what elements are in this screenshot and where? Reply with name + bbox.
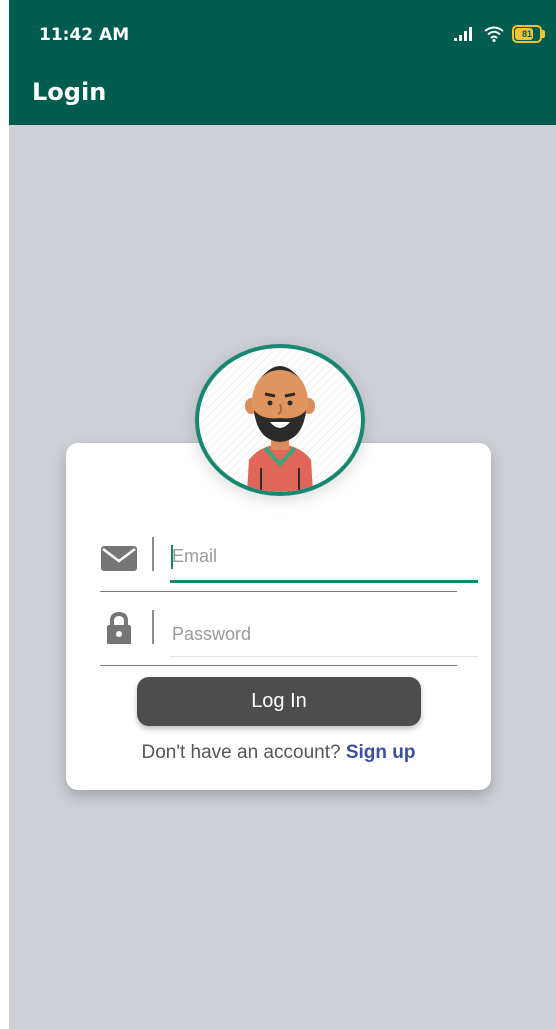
password-row-divider — [100, 665, 457, 666]
signup-link[interactable]: Sign up — [346, 742, 416, 763]
password-input[interactable] — [170, 618, 480, 650]
email-separator — [152, 537, 154, 571]
status-bar: 11:42 AM 81 — [9, 0, 556, 60]
user-avatar-icon — [195, 344, 365, 496]
envelope-icon — [101, 546, 137, 571]
email-row-divider — [100, 591, 457, 592]
password-separator — [152, 610, 154, 644]
email-row — [100, 535, 486, 595]
password-row — [100, 608, 486, 668]
page-title: Login — [32, 78, 107, 106]
app-bar: Login — [9, 60, 556, 125]
email-input[interactable] — [170, 540, 480, 572]
password-underline — [170, 656, 478, 657]
battery-level: 81 — [521, 29, 532, 39]
status-time: 11:42 AM — [39, 25, 130, 45]
avatar-illustration — [199, 348, 361, 492]
signup-prompt: Don't have an account? Sign up — [66, 742, 491, 764]
login-button[interactable]: Log In — [137, 677, 421, 726]
lock-icon — [107, 611, 131, 644]
status-icons: 81 — [454, 23, 545, 45]
email-underline — [170, 580, 478, 583]
text-cursor — [171, 545, 173, 569]
wifi-icon — [484, 26, 504, 42]
cellular-signal-icon — [454, 27, 472, 41]
battery-icon: 81 — [512, 25, 545, 43]
signup-prompt-text: Don't have an account? — [141, 742, 346, 763]
